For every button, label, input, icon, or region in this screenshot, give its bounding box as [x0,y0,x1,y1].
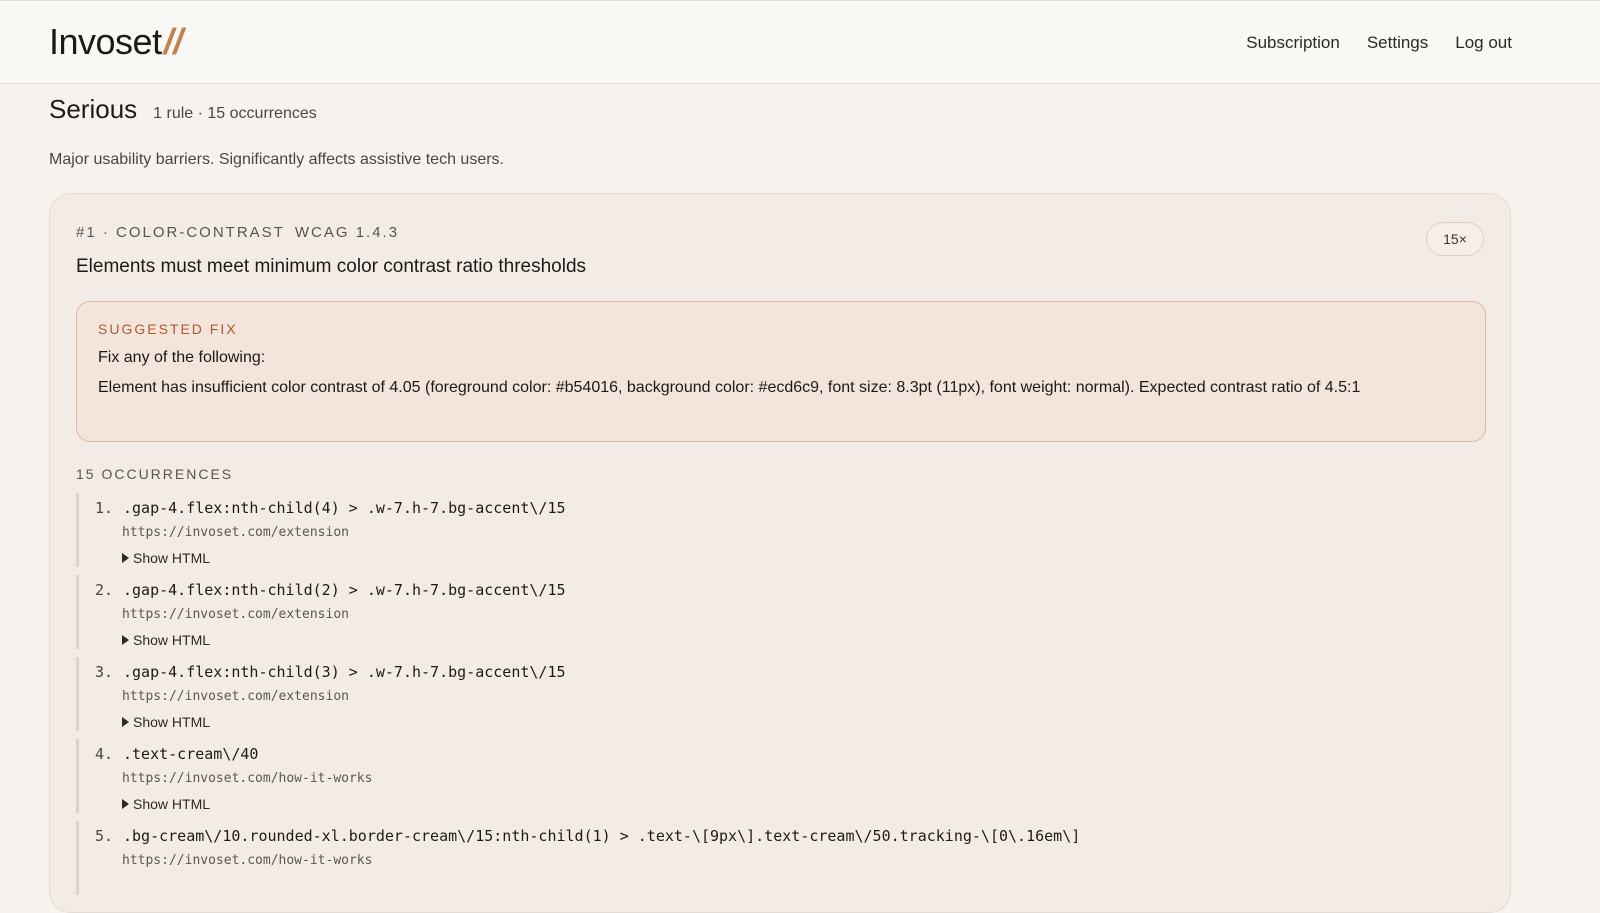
show-html-label: Show HTML [133,714,211,730]
nav-logout[interactable]: Log out [1455,33,1512,53]
top-nav: Subscription Settings Log out [1246,33,1512,53]
occurrence-url: https://invoset.com/how-it-works [122,853,373,868]
show-html-toggle[interactable]: Show HTML [122,796,210,812]
occurrence-item: 2. .gap-4.flex:nth-child(2) > .w-7.h-7.b… [76,575,1486,649]
logo-mark: // [163,21,184,62]
occurrence-url: https://invoset.com/extension [122,525,349,540]
disclosure-triangle-icon [122,553,129,563]
show-html-toggle[interactable]: Show HTML [122,632,210,648]
fix-detail: Element has insufficient color contrast … [98,379,1361,396]
occurrence-number: 5. [95,827,114,845]
section-description: Major usability barriers. Significantly … [49,151,504,168]
occurrence-item: 4. .text-cream\/40 https://invoset.com/h… [76,739,1486,813]
nav-subscription[interactable]: Subscription [1246,33,1340,53]
occurrences-label: 15 OCCURRENCES [76,466,234,482]
rule-title: Elements must meet minimum color contras… [76,256,587,277]
occurrence-count-badge: 15× [1426,222,1484,256]
rule-wcag: WCAG 1.4.3 [294,224,400,241]
occurrence-number: 3. [95,663,114,681]
occurrence-number: 1. [95,499,114,517]
occurrence-url: https://invoset.com/extension [122,689,349,704]
occurrence-url: https://invoset.com/how-it-works [122,771,373,786]
show-html-label: Show HTML [133,632,211,648]
logo-text: Invoset [49,21,162,62]
disclosure-triangle-icon [122,717,129,727]
section-meta: 1 rule · 15 occurrences [153,105,317,122]
occurrence-selector: .gap-4.flex:nth-child(3) > .w-7.h-7.bg-a… [123,663,566,681]
occurrence-number: 2. [95,581,114,599]
fix-intro: Fix any of the following: [98,349,266,366]
rule-id: #1 · COLOR-CONTRAST [76,224,285,241]
occurrence-selector: .gap-4.flex:nth-child(2) > .w-7.h-7.bg-a… [123,581,566,599]
logo[interactable]: Invoset // [49,21,183,63]
show-html-toggle[interactable]: Show HTML [122,550,210,566]
occurrence-selector: .bg-cream\/10.rounded-xl.border-cream\/1… [123,827,1081,845]
disclosure-triangle-icon [122,635,129,645]
section-header: Serious 1 rule · 15 occurrences [49,94,317,125]
rule-label: #1 · COLOR-CONTRAST WCAG 1.4.3 [76,224,399,241]
occurrence-item: 3. .gap-4.flex:nth-child(3) > .w-7.h-7.b… [76,657,1486,731]
occurrence-item: 5. .bg-cream\/10.rounded-xl.border-cream… [76,821,1486,895]
show-html-label: Show HTML [133,796,211,812]
occurrence-list: 1. .gap-4.flex:nth-child(4) > .w-7.h-7.b… [76,493,1486,903]
occurrence-selector: .gap-4.flex:nth-child(4) > .w-7.h-7.bg-a… [123,499,566,517]
show-html-label: Show HTML [133,550,211,566]
occurrence-item: 1. .gap-4.flex:nth-child(4) > .w-7.h-7.b… [76,493,1486,567]
disclosure-triangle-icon [122,799,129,809]
occurrence-selector: .text-cream\/40 [123,745,259,763]
occurrence-url: https://invoset.com/extension [122,607,349,622]
show-html-toggle[interactable]: Show HTML [122,714,210,730]
app-header: Invoset // Subscription Settings Log out [0,0,1600,84]
occurrence-number: 4. [95,745,114,763]
suggested-fix-label: SUGGESTED FIX [98,321,238,337]
rule-card: #1 · COLOR-CONTRAST WCAG 1.4.3 15× Eleme… [49,193,1511,913]
suggested-fix-box: SUGGESTED FIX Fix any of the following: … [76,301,1486,442]
section-title: Serious [49,94,138,124]
nav-settings[interactable]: Settings [1367,33,1428,53]
